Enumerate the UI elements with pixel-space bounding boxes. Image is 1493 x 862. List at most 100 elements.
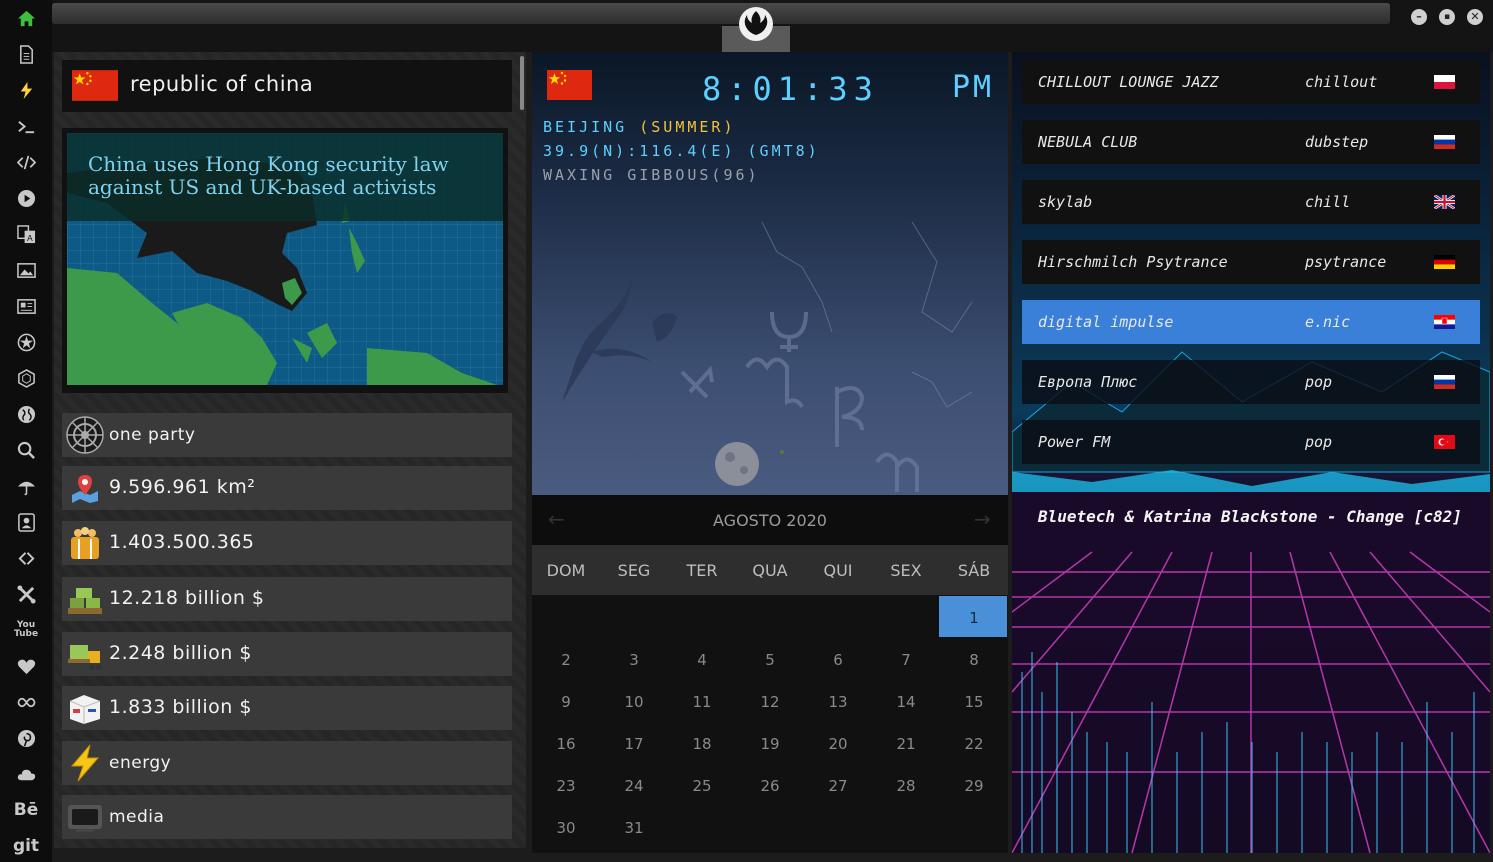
station-item[interactable]: CHILLOUT LOUNGE JAZZ chillout — [1022, 60, 1480, 104]
link-icon[interactable] — [13, 545, 39, 571]
play-icon[interactable] — [13, 185, 39, 211]
home-icon[interactable] — [13, 5, 39, 31]
media-label: media — [109, 807, 165, 827]
calendar-date[interactable]: 31 — [600, 819, 668, 837]
gdp-row[interactable]: 12.218 billion $ — [62, 577, 512, 621]
umbrella-icon[interactable] — [13, 473, 39, 499]
close-button[interactable]: ✕ — [1467, 9, 1483, 25]
calendar-date[interactable]: 16 — [532, 735, 600, 753]
search-icon[interactable] — [13, 437, 39, 463]
clock-time: 8:01:33 — [702, 70, 879, 108]
image-icon[interactable] — [13, 257, 39, 283]
calendar-date[interactable]: 25 — [668, 777, 736, 795]
population-row[interactable]: 1.403.500.365 — [62, 521, 512, 565]
calendar-date[interactable]: 15 — [940, 693, 1008, 711]
calendar-month-title[interactable]: AGOSTO 2020 — [532, 511, 1008, 530]
pinterest-icon[interactable] — [13, 725, 39, 751]
calendar-date[interactable]: 2 — [532, 651, 600, 669]
area-row[interactable]: 9.596.961 km² — [62, 466, 512, 510]
title-strip[interactable] — [52, 3, 1390, 24]
tools-icon[interactable] — [13, 581, 39, 607]
station-item[interactable]: skylab chill — [1022, 180, 1480, 224]
calendar-date[interactable]: 24 — [600, 777, 668, 795]
station-genre: psytrance — [1305, 253, 1387, 271]
calendar-date[interactable]: 17 — [600, 735, 668, 753]
calendar-date-today[interactable]: 1 — [940, 609, 1008, 627]
calendar-date[interactable]: 29 — [940, 777, 1008, 795]
station-name: Европа Плюс — [1038, 373, 1138, 391]
git-icon[interactable]: git — [13, 833, 39, 859]
youtube-icon-label: You Tube — [13, 620, 39, 639]
calendar-date[interactable]: 4 — [668, 651, 736, 669]
poland-flag-icon — [1434, 75, 1455, 89]
next-month-button[interactable]: → — [974, 507, 991, 531]
station-item[interactable]: Power FM pop — [1022, 420, 1480, 464]
clock-ampm: PM — [952, 70, 995, 105]
calendar-date[interactable]: 22 — [940, 735, 1008, 753]
app-sidebar: A You Tube Bē git — [0, 0, 52, 862]
calendar-date[interactable]: 7 — [872, 651, 940, 669]
imports-value: 1.833 billion $ — [109, 696, 252, 718]
heart-icon[interactable] — [13, 653, 39, 679]
calendar-date[interactable]: 14 — [872, 693, 940, 711]
station-genre: chillout — [1305, 73, 1378, 91]
calendar-date[interactable]: 11 — [668, 693, 736, 711]
calendar-date[interactable]: 20 — [804, 735, 872, 753]
calendar-date[interactable]: 26 — [736, 777, 804, 795]
calendar-date[interactable]: 23 — [532, 777, 600, 795]
calendar: ← AGOSTO 2020 → DOM SEG TER QUA QUI SEX SÁB 12… — [532, 495, 1008, 853]
calendar-header: ← AGOSTO 2020 → — [532, 495, 1008, 545]
calendar-date[interactable]: 8 — [940, 651, 1008, 669]
behance-icon[interactable]: Bē — [13, 797, 39, 823]
calendar-date[interactable]: 5 — [736, 651, 804, 669]
calendar-date[interactable]: 19 — [736, 735, 804, 753]
rebel-alliance-icon[interactable] — [738, 6, 774, 42]
atom-icon[interactable] — [13, 329, 39, 355]
station-item[interactable]: Hirschmilch Psytrance psytrance — [1022, 240, 1480, 284]
world-clock: 8:01:33 PM BEIJING (SUMMER) 39.9(N):116.… — [532, 52, 1008, 495]
newspaper-icon[interactable] — [13, 293, 39, 319]
calendar-date[interactable]: 18 — [668, 735, 736, 753]
station-item-active[interactable]: digital impulse e.nic — [1022, 300, 1480, 344]
news-card[interactable]: China uses Hong Kong security law agains… — [62, 128, 508, 393]
calendar-date[interactable]: 28 — [872, 777, 940, 795]
energy-row[interactable]: energy — [62, 741, 512, 785]
document-icon[interactable] — [13, 41, 39, 67]
infinity-icon[interactable] — [13, 689, 39, 715]
calendar-date[interactable]: 3 — [600, 651, 668, 669]
calendar-date[interactable]: 12 — [736, 693, 804, 711]
government-row[interactable]: one party — [62, 413, 512, 457]
calendar-date[interactable]: 21 — [872, 735, 940, 753]
lightning-icon[interactable] — [13, 77, 39, 103]
scrollbar[interactable] — [520, 56, 524, 110]
calendar-date[interactable]: 10 — [600, 693, 668, 711]
terminal-icon[interactable] — [13, 113, 39, 139]
station-item[interactable]: NEBULA CLUB dubstep — [1022, 120, 1480, 164]
calendar-date[interactable]: 13 — [804, 693, 872, 711]
station-name: digital impulse — [1038, 313, 1174, 331]
exports-row[interactable]: 2.248 billion $ — [62, 632, 512, 676]
news-headline[interactable]: China uses Hong Kong security law agains… — [88, 153, 488, 199]
hexagon-icon[interactable] — [13, 365, 39, 391]
calendar-date[interactable]: 9 — [532, 693, 600, 711]
weekday-label: QUI — [823, 561, 853, 580]
cloud-icon[interactable] — [13, 761, 39, 787]
calendar-date[interactable]: 6 — [804, 651, 872, 669]
calendar-date[interactable]: 30 — [532, 819, 600, 837]
country-name: republic of china — [130, 72, 314, 96]
maximize-button[interactable]: ▪ — [1439, 9, 1455, 25]
government-type: one party — [109, 425, 196, 445]
minimize-button[interactable]: – — [1411, 9, 1427, 25]
code-icon[interactable] — [13, 149, 39, 175]
media-row[interactable]: media — [62, 795, 512, 839]
station-item[interactable]: Европа Плюс pop — [1022, 360, 1480, 404]
imports-row[interactable]: 1.833 billion $ — [62, 686, 512, 730]
youtube-icon[interactable]: You Tube — [13, 617, 39, 643]
uk-flag-icon — [1434, 195, 1455, 209]
contact-icon[interactable] — [13, 509, 39, 535]
money-pallet-icon — [66, 580, 104, 618]
calendar-date[interactable]: 27 — [804, 777, 872, 795]
translate-icon[interactable]: A — [13, 221, 39, 247]
station-name: skylab — [1038, 193, 1093, 211]
globe-icon[interactable] — [13, 401, 39, 427]
